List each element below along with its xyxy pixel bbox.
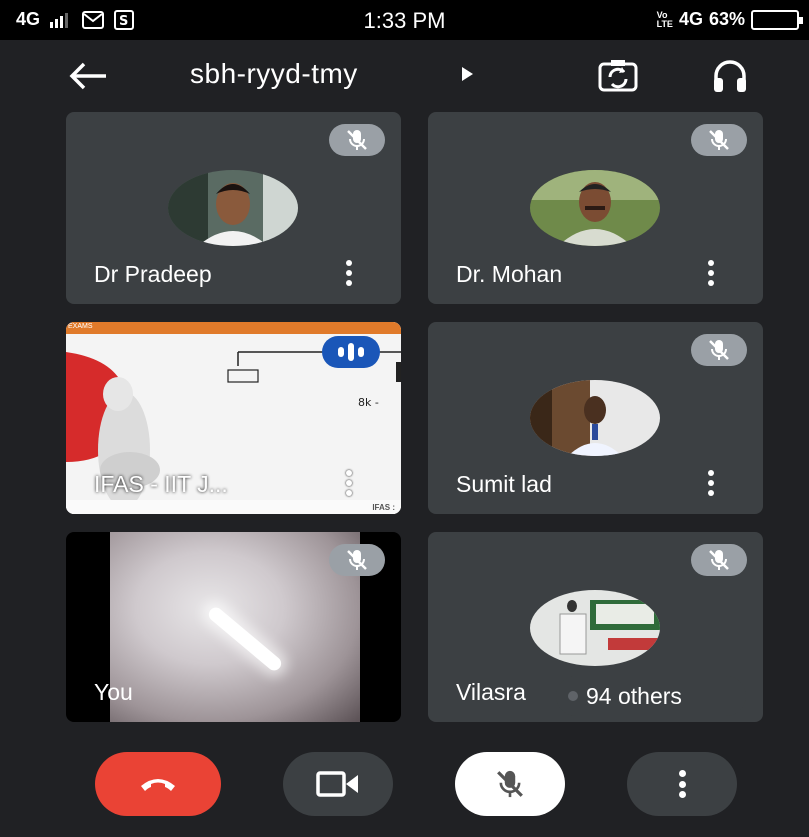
others-participants-pill[interactable]: 94 others <box>556 676 746 716</box>
switch-camera-icon[interactable] <box>596 56 640 96</box>
participant-name: Sumit lad <box>456 471 552 497</box>
participant-tile[interactable]: Dr. Mohan <box>428 112 763 304</box>
others-label: 94 others <box>586 682 682 709</box>
presentation-band-text: EXAMS <box>68 323 93 330</box>
more-options-button[interactable] <box>627 752 737 816</box>
end-call-icon <box>141 779 175 791</box>
light-streak <box>206 604 284 674</box>
mic-off-icon <box>329 124 385 156</box>
more-vert-icon <box>678 770 686 798</box>
presentation-band: EXAMS <box>66 322 401 334</box>
meeting-code[interactable]: sbh-ryyd-tmy <box>190 58 358 90</box>
participant-name: IFAS - IIT J... <box>94 471 228 497</box>
participant-name: You <box>94 679 133 705</box>
avatar <box>530 380 660 456</box>
participant-tile[interactable]: Sumit lad <box>428 322 763 514</box>
mic-off-icon <box>497 770 523 798</box>
status-bar: 4G S 1:33 PM Vo LTE 4G 63% <box>0 0 809 40</box>
self-camera-feed <box>110 532 360 722</box>
others-dot <box>568 691 578 701</box>
expand-arrow-icon[interactable] <box>462 67 473 81</box>
headset-icon[interactable] <box>708 56 752 96</box>
participant-name: Vilasra <box>456 679 526 705</box>
avatar <box>530 590 660 666</box>
participant-name: Dr. Mohan <box>456 261 563 287</box>
participant-name: Dr Pradeep <box>94 261 212 287</box>
camera-toggle-button[interactable] <box>283 752 393 816</box>
status-right: Vo LTE 4G 63% <box>656 9 803 30</box>
presentation-footer: IFAS : <box>372 503 395 512</box>
video-camera-icon <box>316 771 358 797</box>
mic-off-icon <box>691 334 747 366</box>
more-vert-icon[interactable] <box>345 470 353 496</box>
end-call-button[interactable] <box>95 752 221 816</box>
participant-grid: Dr Pradeep Dr. Mohan 8k - EXAMS IFAS - I… <box>0 112 809 732</box>
mic-off-icon <box>329 544 385 576</box>
more-vert-icon[interactable] <box>707 470 715 496</box>
mic-off-icon <box>691 124 747 156</box>
more-vert-icon[interactable] <box>345 260 353 286</box>
battery-icon <box>751 9 803 30</box>
svg-text:8k -: 8k - <box>358 396 379 409</box>
avatar <box>168 170 298 246</box>
network-type: 4G <box>678 9 703 29</box>
mic-toggle-button[interactable] <box>455 752 565 816</box>
meeting-header: sbh-ryyd-tmy <box>0 40 809 112</box>
call-controls <box>0 732 809 837</box>
mic-off-icon <box>691 544 747 576</box>
self-view-tile[interactable]: You <box>66 532 401 722</box>
presentation-tile[interactable]: 8k - EXAMS IFAS - IIT J... IFAS : <box>66 322 401 514</box>
more-vert-icon[interactable] <box>707 260 715 286</box>
speaking-indicator-icon <box>322 336 380 368</box>
back-arrow-icon[interactable] <box>66 56 110 96</box>
volte-icon: Vo LTE <box>656 9 673 29</box>
avatar <box>530 170 660 246</box>
participant-tile[interactable]: Dr Pradeep <box>66 112 401 304</box>
battery-percent: 63% <box>708 9 745 29</box>
